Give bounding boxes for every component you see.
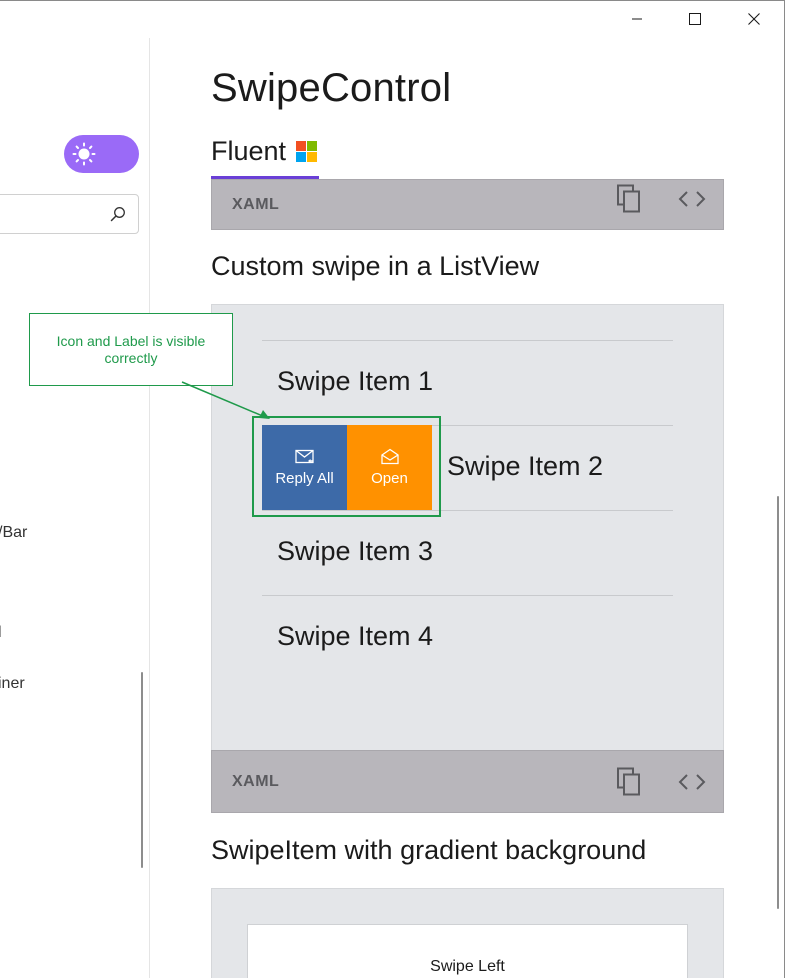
list-item[interactable]: Swipe Item 4 — [277, 621, 433, 652]
list-item[interactable]: Swipe Item 2 — [447, 451, 603, 482]
sun-icon — [72, 142, 96, 166]
list-item[interactable]: Swipe Item 3 — [277, 536, 433, 567]
page-title: SwipeControl — [211, 66, 452, 110]
annotation-arrow — [181, 381, 270, 419]
tab-fluent[interactable]: Fluent — [211, 136, 318, 167]
xaml-source-bar[interactable]: XAML — [211, 179, 724, 230]
theme-toggle-button[interactable] — [64, 135, 139, 173]
maximize-icon — [689, 13, 701, 25]
close-button[interactable] — [731, 0, 777, 38]
sidebar-scrollbar[interactable] — [141, 672, 143, 868]
list-divider — [262, 340, 673, 341]
sidebar-item-label[interactable]: iner — [0, 675, 25, 693]
list-item[interactable]: Swipe Item 1 — [277, 366, 433, 397]
xaml-label: XAML — [232, 195, 280, 213]
list-divider — [262, 595, 673, 596]
code-icon[interactable] — [678, 189, 706, 209]
search-icon — [110, 207, 125, 222]
swipe-left-label: Swipe Left — [430, 958, 505, 975]
windows-logo-icon — [296, 141, 318, 162]
annotation-callout: Icon and Label is visible correctly — [29, 313, 233, 386]
sidebar-item-label[interactable]: l — [0, 624, 2, 642]
section-title: Custom swipe in a ListView — [211, 251, 540, 281]
xaml-source-bar[interactable]: XAML — [211, 750, 724, 813]
xaml-label: XAML — [232, 772, 280, 790]
maximize-button[interactable] — [672, 0, 718, 38]
minimize-icon — [632, 18, 642, 20]
sidebar-item-label[interactable]: /Bar — [0, 524, 27, 542]
tab-label: Fluent — [211, 136, 287, 166]
copy-icon[interactable] — [616, 184, 644, 214]
search-input[interactable] — [0, 194, 139, 234]
minimize-button[interactable] — [614, 0, 660, 38]
code-icon[interactable] — [678, 772, 706, 792]
pane-divider — [149, 38, 150, 978]
section-title: SwipeItem with gradient background — [211, 835, 647, 865]
main-scrollbar[interactable] — [777, 496, 779, 909]
copy-icon[interactable] — [616, 767, 644, 797]
close-icon — [748, 13, 760, 25]
highlight-box — [252, 416, 441, 517]
window-top-border — [0, 0, 785, 1]
